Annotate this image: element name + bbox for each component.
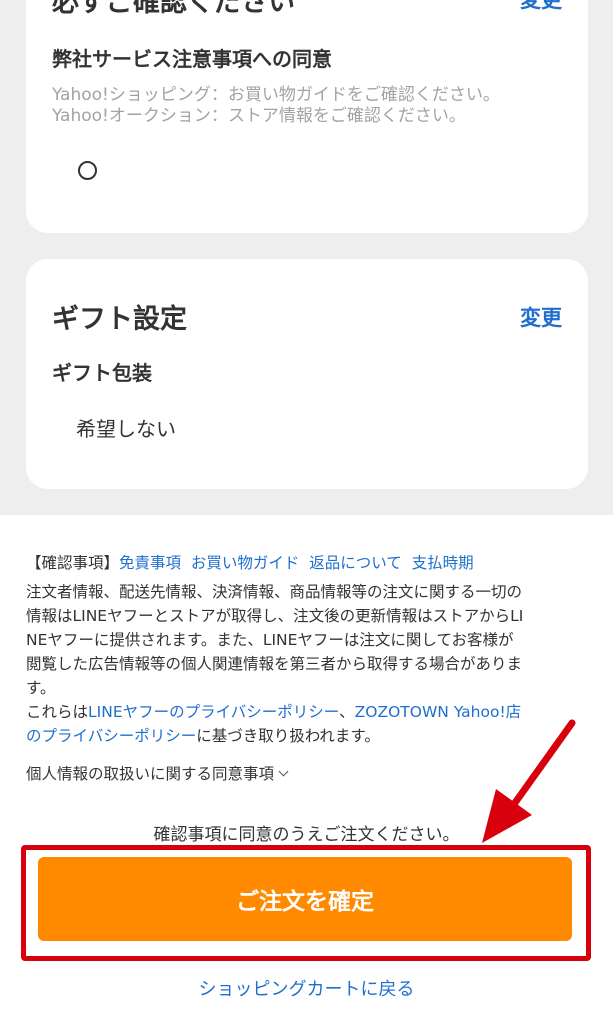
confirmation-body-line: す。: [26, 679, 56, 697]
zozotown-privacy-policy-link-cont[interactable]: のプライバシーポリシー: [26, 727, 196, 745]
consent-radio[interactable]: [78, 161, 97, 180]
confirmation-body-line: 閲覧した広告情報等の個人関連情報を第三者から取得する場合がありま: [26, 655, 523, 673]
confirmation-body-line: 注文者情報、配送先情報、決済情報、商品情報等の注文に関する一切の: [26, 583, 523, 601]
consent-note-shopping: Yahoo!ショッピング：お買い物ガイドをご確認ください。: [52, 85, 500, 105]
chevron-down-icon: [278, 766, 289, 777]
confirmation-prefix: 【確認事項】: [26, 554, 120, 572]
link-disclaimer[interactable]: 免責事項: [119, 554, 181, 572]
gift-change-link[interactable]: 変更: [520, 302, 562, 332]
back-to-cart-link[interactable]: ショッピングカートに戻る: [0, 975, 613, 1001]
link-shopping-guide[interactable]: お買い物ガイド: [191, 554, 300, 572]
confirmation-body-line: 情報はLINEヤフーとストアが取得し、注文後の更新情報はストアからLI: [26, 607, 524, 625]
policy-line-1: これらはLINEヤフーのプライバシーポリシー、ZOZOTOWN Yahoo!店: [26, 702, 521, 722]
policy-suffix: に基づき取り扱われます。: [196, 727, 380, 745]
gift-card: ギフト設定 変更 ギフト包装 希望しない: [26, 259, 588, 489]
confirmation-links-row: 【確認事項】免責事項 お買い物ガイド 返品について 支払時期: [26, 553, 474, 573]
gift-heading: ギフト設定: [52, 304, 187, 335]
privacy-consent-toggle[interactable]: 個人情報の取扱いに関する同意事項: [26, 762, 289, 784]
link-returns[interactable]: 返品について: [309, 554, 402, 572]
consent-note-auction: Yahoo!オークション：ストア情報をご確認ください。: [52, 106, 466, 126]
policy-line-2: のプライバシーポリシーに基づき取り扱われます。: [26, 726, 380, 746]
link-payment-timing[interactable]: 支払時期: [412, 554, 474, 572]
consent-card: 必ずご確認ください 変更 弊社サービス注意事項への同意 Yahoo!ショッピング…: [26, 0, 588, 233]
consent-change-link[interactable]: 変更: [520, 0, 562, 14]
confirmation-body-line: NEヤフーに提供されます。また、LINEヤフーは注文に関してお客様が: [26, 631, 514, 649]
lineyahoo-privacy-policy-link[interactable]: LINEヤフーのプライバシーポリシー: [88, 703, 339, 721]
confirm-order-button[interactable]: ご注文を確定: [38, 857, 572, 941]
consent-heading: 必ずご確認ください: [52, 0, 295, 18]
policy-prefix: これらは: [26, 703, 89, 721]
policy-separator: 、: [339, 703, 355, 721]
gift-wrap-label: ギフト包装: [52, 361, 152, 385]
annotation-arrow-icon: [482, 719, 576, 843]
consent-subheading: 弊社サービス注意事項への同意: [52, 47, 332, 71]
privacy-consent-label: 個人情報の取扱いに関する同意事項: [26, 765, 275, 783]
gift-wrap-value: 希望しない: [76, 417, 176, 441]
